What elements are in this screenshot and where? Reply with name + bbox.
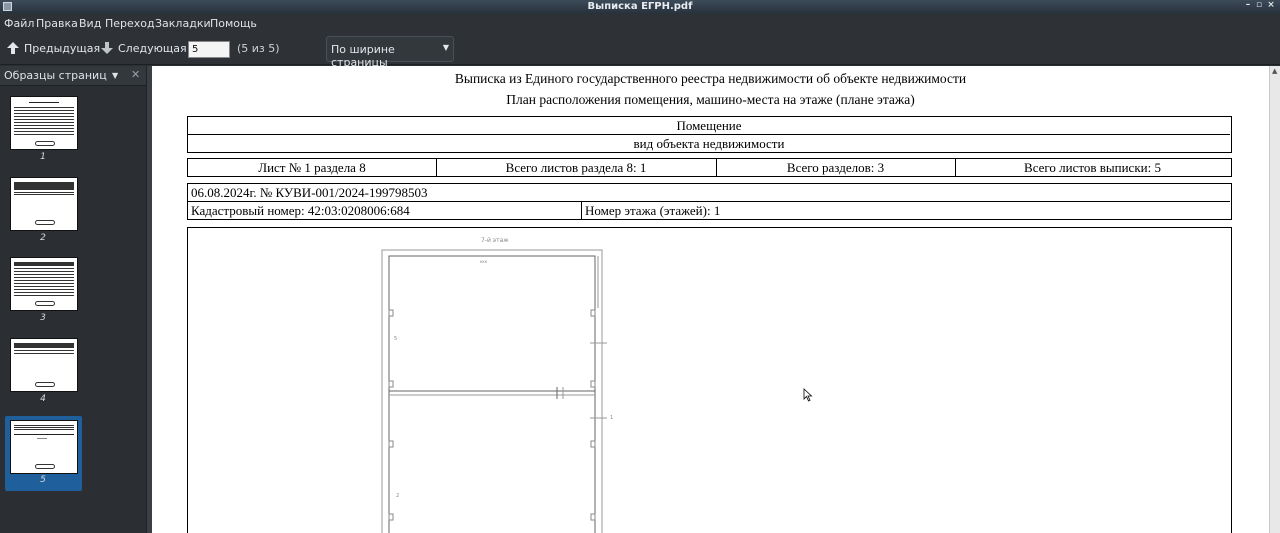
cadastral-number: Кадастровый номер: 42:03:0208006:684	[191, 203, 410, 218]
document-heading: Выписка из Единого государственного реес…	[454, 71, 967, 86]
close-icon[interactable]: ×	[1266, 0, 1276, 10]
plan-mark-1: 5	[394, 336, 397, 342]
zoom-select[interactable]: По ширине страницы ▼	[326, 36, 454, 69]
sheets-in-section: Всего листов раздела 8: 1	[505, 160, 647, 175]
sheet-info-table: Лист № 1 раздела 8 Всего листов раздела …	[187, 158, 1232, 177]
maximize-icon[interactable]: ▫	[1254, 0, 1264, 10]
sidebar-mode-select[interactable]: Образцы страниц	[4, 69, 107, 82]
plan-floor-label: 7-й этаж	[481, 237, 509, 244]
menu-edit[interactable]: Правка	[36, 17, 78, 30]
scroll-up-icon[interactable]: ▲	[1272, 67, 1277, 75]
arrow-up-icon	[7, 42, 19, 54]
object-type-table: Помещение вид объекта недвижимости	[187, 116, 1232, 153]
plan-mark-2: 2	[396, 493, 399, 499]
window-title: Выписка ЕГРН.pdf	[587, 1, 693, 12]
next-page-label: Следующая	[118, 41, 187, 55]
object-type-title: Помещение	[676, 118, 742, 133]
menu-help[interactable]: Помощь	[210, 17, 257, 30]
page-number-input[interactable]: 5	[188, 41, 230, 58]
page-thumbnail-1[interactable]	[10, 96, 78, 150]
next-page-button[interactable]: Следующая	[100, 41, 187, 55]
menu-view[interactable]: Вид	[79, 17, 101, 30]
mouse-cursor-icon	[803, 388, 813, 402]
page-thumbnail-3[interactable]	[10, 257, 78, 311]
floor-number: Номер этажа (этажей): 1	[585, 203, 721, 218]
sections-total: Всего разделов: 3	[786, 160, 885, 175]
thumbnail-number-2: 2	[40, 233, 46, 243]
plan-top-label: ккк	[480, 259, 488, 264]
object-type-subtitle: вид объекта недвижимости	[633, 136, 785, 151]
document-subheading: План расположения помещения, машино-мест…	[506, 92, 915, 107]
sheet-number: Лист № 1 раздела 8	[258, 160, 366, 175]
vertical-scrollbar[interactable]: ▲	[1269, 66, 1280, 533]
menu-go[interactable]: Переход	[105, 17, 155, 30]
plan-mark-3: 1	[610, 415, 613, 421]
page-count-label: (5 из 5)	[237, 42, 280, 55]
statement-date-number: 06.08.2024г. № КУВИ-001/2024-199798503	[191, 185, 428, 200]
floor-plan-frame: 7-й этаж ккк 5 2 1	[187, 227, 1232, 533]
chevron-down-icon: ▼	[442, 43, 449, 52]
previous-page-label: Предыдущая	[24, 41, 101, 55]
toolbar: Предыдущая Следующая 5 (5 из 5) По ширин…	[0, 33, 1280, 69]
sheets-total: Всего листов выписки: 5	[1024, 160, 1161, 175]
menu-bar: Файл Правка Вид Переход Закладки Помощь	[0, 14, 1280, 33]
thumbnail-number-5: 5	[40, 475, 46, 485]
pdf-page: Выписка из Единого государственного реес…	[152, 66, 1269, 533]
details-table: 06.08.2024г. № КУВИ-001/2024-199798503 К…	[187, 183, 1232, 220]
document-viewer[interactable]: Выписка из Единого государственного реес…	[152, 66, 1269, 533]
floor-plan-drawing: 7-й этаж ккк 5 2 1	[381, 237, 613, 533]
menu-bookmarks[interactable]: Закладки	[155, 17, 211, 30]
sidebar: Образцы страниц ▼ ✕ 1 2 3 4 5	[0, 66, 146, 533]
arrow-down-icon	[101, 42, 113, 54]
close-icon[interactable]: ✕	[131, 68, 140, 81]
window-titlebar: Выписка ЕГРН.pdf – ▫ ×	[0, 0, 1280, 14]
minimize-icon[interactable]: –	[1243, 0, 1253, 10]
menu-file[interactable]: Файл	[4, 17, 34, 30]
thumbnail-number-3: 3	[40, 313, 46, 323]
chevron-down-icon[interactable]: ▼	[112, 71, 118, 80]
page-thumbnail-2[interactable]	[10, 177, 78, 231]
thumbnail-number-4: 4	[40, 394, 46, 404]
page-thumbnail-5[interactable]	[10, 420, 78, 474]
page-thumbnail-4[interactable]	[10, 338, 78, 392]
sidebar-header: Образцы страниц ▼ ✕	[0, 66, 146, 86]
thumbnail-number-1: 1	[40, 152, 46, 162]
previous-page-button[interactable]: Предыдущая	[6, 41, 100, 55]
